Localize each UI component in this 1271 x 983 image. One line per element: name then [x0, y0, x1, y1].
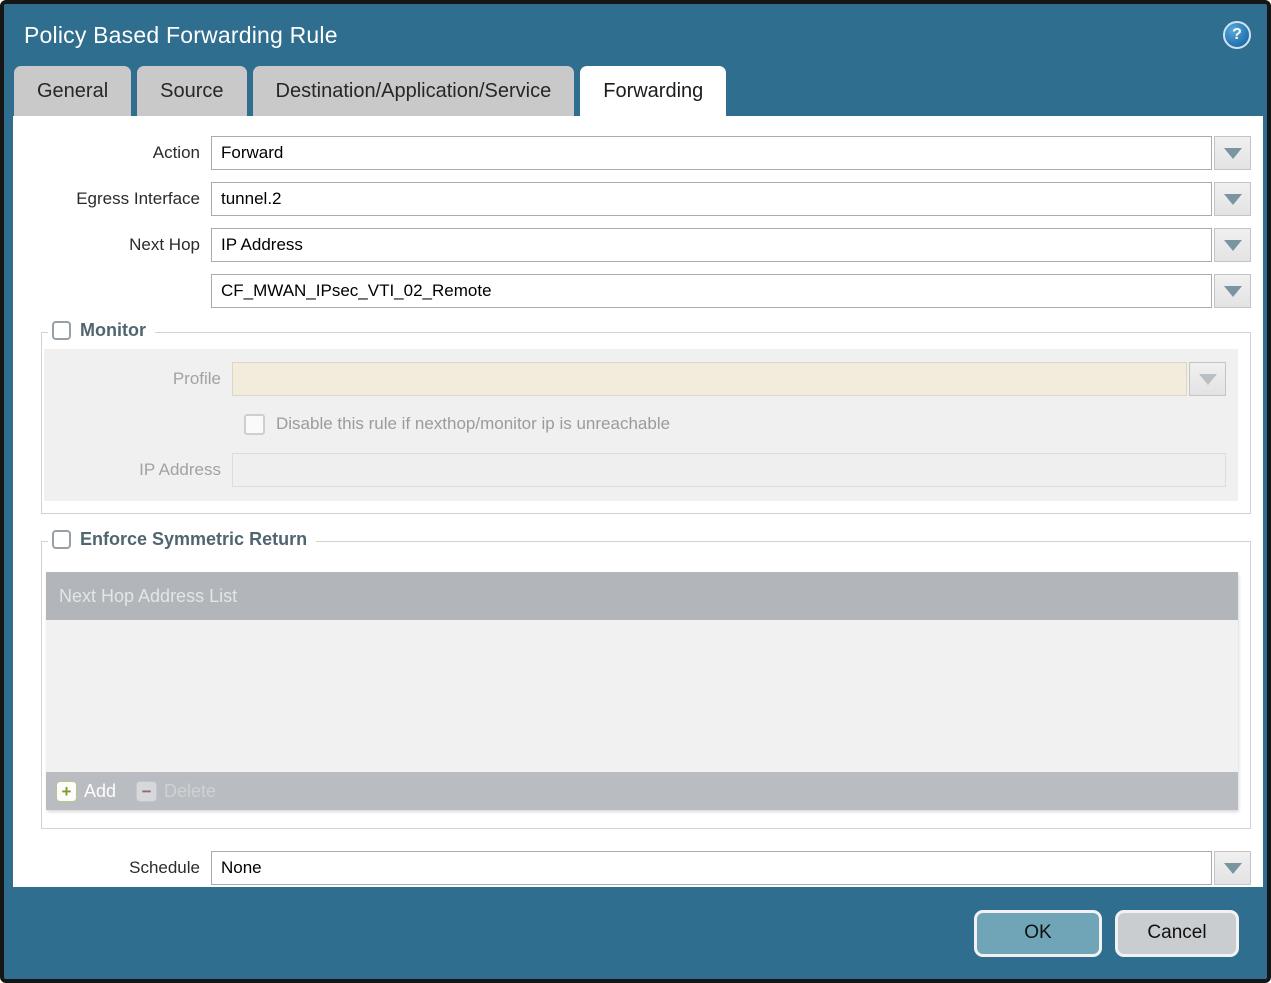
- next-hop-address-list-body[interactable]: [46, 620, 1238, 772]
- add-button[interactable]: + Add: [56, 781, 116, 802]
- profile-select: [232, 362, 1226, 396]
- egress-interface-select: tunnel.2: [211, 182, 1251, 216]
- action-row: Action Forward: [13, 136, 1263, 170]
- next-hop-address-value[interactable]: CF_MWAN_IPsec_VTI_02_Remote: [211, 274, 1212, 308]
- titlebar: Policy Based Forwarding Rule ?: [4, 4, 1267, 66]
- ok-button[interactable]: OK: [974, 910, 1102, 957]
- next-hop-address-list-header: Next Hop Address List: [46, 572, 1238, 620]
- enforce-symmetric-return-checkbox[interactable]: [52, 530, 71, 549]
- chevron-down-icon: [1224, 863, 1242, 874]
- tab-general[interactable]: General: [14, 66, 131, 116]
- chevron-down-icon: [1224, 194, 1242, 205]
- cancel-button[interactable]: Cancel: [1115, 910, 1239, 957]
- chevron-down-icon: [1224, 286, 1242, 297]
- monitor-checkbox[interactable]: [52, 321, 71, 340]
- disable-rule-checkbox[interactable]: [244, 414, 265, 435]
- disable-rule-label: Disable this rule if nexthop/monitor ip …: [276, 414, 670, 434]
- profile-dropdown-button: [1189, 362, 1226, 396]
- egress-interface-row: Egress Interface tunnel.2: [13, 182, 1263, 216]
- profile-label: Profile: [44, 369, 232, 389]
- monitor-group: Monitor Profile Disable this rule if nex…: [41, 332, 1251, 514]
- action-value[interactable]: Forward: [211, 136, 1212, 170]
- monitor-ip-address-input-wrap: [232, 453, 1226, 487]
- next-hop-type-dropdown-button[interactable]: [1214, 228, 1251, 262]
- profile-row: Profile: [44, 362, 1238, 396]
- next-hop-type-select: IP Address: [211, 228, 1251, 262]
- disable-rule-row: Disable this rule if nexthop/monitor ip …: [244, 409, 1238, 439]
- tab-destination-application-service[interactable]: Destination/Application/Service: [253, 66, 575, 116]
- policy-based-forwarding-dialog: Policy Based Forwarding Rule ? General S…: [0, 0, 1271, 983]
- next-hop-address-select: CF_MWAN_IPsec_VTI_02_Remote: [211, 274, 1251, 308]
- monitor-ip-address-row: IP Address: [44, 453, 1238, 487]
- action-select: Forward: [211, 136, 1251, 170]
- dialog-footer: OK Cancel: [4, 887, 1267, 979]
- monitor-title: Monitor: [80, 320, 146, 341]
- next-hop-address-list-toolbar: + Add − Delete: [46, 772, 1238, 810]
- next-hop-row: Next Hop IP Address: [13, 228, 1263, 262]
- schedule-select: None: [211, 851, 1251, 885]
- next-hop-address-list-table: Next Hop Address List + Add − Delete: [46, 572, 1238, 810]
- add-button-label: Add: [84, 781, 116, 802]
- monitor-ip-address-label: IP Address: [44, 460, 232, 480]
- next-hop-address-row: CF_MWAN_IPsec_VTI_02_Remote: [13, 274, 1263, 308]
- egress-interface-dropdown-button[interactable]: [1214, 182, 1251, 216]
- forwarding-tab-panel: Action Forward Egress Interface tunnel.2…: [13, 116, 1263, 887]
- next-hop-address-dropdown-button[interactable]: [1214, 274, 1251, 308]
- egress-interface-value[interactable]: tunnel.2: [211, 182, 1212, 216]
- chevron-down-icon: [1224, 148, 1242, 159]
- action-dropdown-button[interactable]: [1214, 136, 1251, 170]
- tab-source[interactable]: Source: [137, 66, 246, 116]
- schedule-value[interactable]: None: [211, 851, 1212, 885]
- enforce-symmetric-return-legend: Enforce Symmetric Return: [48, 529, 316, 550]
- tab-strip: General Source Destination/Application/S…: [4, 66, 1267, 116]
- delete-button-label: Delete: [164, 781, 216, 802]
- profile-value: [232, 362, 1187, 396]
- action-label: Action: [13, 143, 211, 163]
- delete-button[interactable]: − Delete: [136, 781, 216, 802]
- chevron-down-icon: [1224, 240, 1242, 251]
- monitor-ip-address-input: [232, 453, 1226, 487]
- next-hop-type-value[interactable]: IP Address: [211, 228, 1212, 262]
- monitor-legend: Monitor: [48, 320, 155, 341]
- delete-minus-icon: −: [136, 781, 157, 802]
- add-plus-icon: +: [56, 781, 77, 802]
- enforce-symmetric-return-group: Enforce Symmetric Return Next Hop Addres…: [41, 541, 1251, 829]
- tab-forwarding[interactable]: Forwarding: [580, 66, 726, 116]
- chevron-down-icon: [1199, 374, 1217, 385]
- schedule-dropdown-button[interactable]: [1214, 851, 1251, 885]
- enforce-symmetric-return-title: Enforce Symmetric Return: [80, 529, 307, 550]
- help-icon[interactable]: ?: [1223, 21, 1251, 49]
- schedule-label: Schedule: [13, 858, 211, 878]
- dialog-title: Policy Based Forwarding Rule: [24, 22, 338, 49]
- egress-interface-label: Egress Interface: [13, 189, 211, 209]
- schedule-row: Schedule None: [13, 851, 1263, 885]
- monitor-panel: Profile Disable this rule if nexthop/mon…: [44, 349, 1238, 501]
- next-hop-label: Next Hop: [13, 235, 211, 255]
